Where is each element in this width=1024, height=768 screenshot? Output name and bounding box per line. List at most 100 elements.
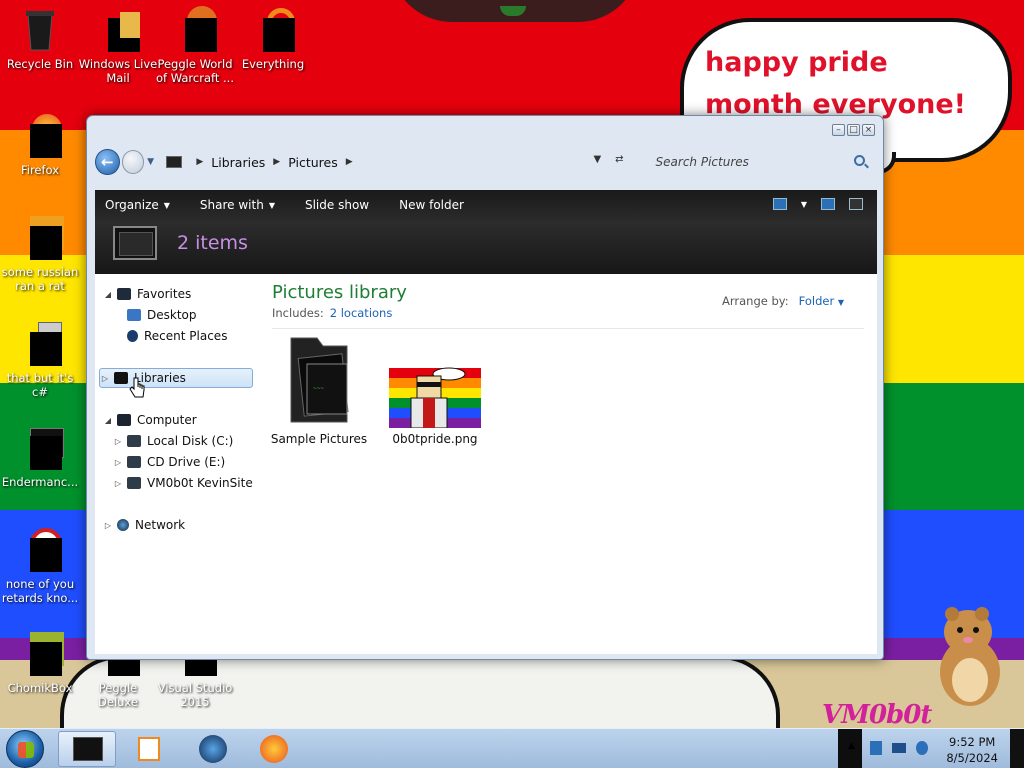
items-count: 2 items [177, 232, 248, 254]
content-area: ◢ Favorites Desktop Recent Places ▷ Libr… [95, 274, 877, 654]
app-icon [16, 214, 64, 262]
globe-icon [199, 735, 227, 763]
file-item-0b0tpride[interactable]: 0b0tpride.png [380, 334, 490, 446]
desktop-icon-russian-rat[interactable]: some russian ran a rat [0, 214, 80, 293]
desktop-icon-endermanch[interactable]: Endermanc... [0, 424, 80, 489]
expand-arrow-icon[interactable]: ▷ [113, 437, 123, 446]
firefox-icon [16, 112, 64, 160]
svg-text:~~~: ~~~ [313, 385, 324, 392]
arrange-by-dropdown[interactable]: Folder ▼ [799, 294, 844, 308]
recycle-bin-icon [16, 6, 64, 54]
expand-arrow-icon[interactable]: ▷ [113, 479, 123, 488]
taskbar-firefox-button[interactable] [246, 731, 304, 767]
watermark-text: VM0b0t [822, 700, 932, 730]
slide-show-button[interactable]: Slide show [305, 198, 369, 212]
organize-button[interactable]: Organize ▼ [105, 198, 170, 212]
network-status-icon[interactable] [892, 743, 906, 753]
breadcrumb-separator-icon[interactable]: ▶ [346, 157, 353, 167]
share-with-button[interactable]: Share with ▼ [200, 198, 275, 212]
nav-item-cd-drive[interactable]: ▷ CD Drive (E:) [113, 452, 273, 472]
main-pane: Pictures library Includes: 2 locations Ar… [271, 274, 872, 654]
recent-pages-dropdown[interactable]: ▼ [147, 157, 158, 167]
command-bar: Organize ▼ Share with ▼ Slide show New fol… [95, 190, 877, 220]
expand-arrow-icon[interactable]: ▷ [113, 458, 123, 467]
mail-icon [94, 6, 142, 54]
expand-arrow-icon[interactable]: ◢ [103, 416, 113, 425]
forward-button[interactable] [121, 150, 145, 174]
show-desktop-button[interactable] [1010, 729, 1024, 768]
search-input[interactable]: Search Pictures [634, 150, 875, 174]
clock[interactable]: 9:52 PM 8/5/2024 [946, 734, 998, 766]
explorer-window: – □ × ← ▼ ▶ Libraries ▶ Pictures ▶ ▼ ⇄ S… [86, 115, 884, 660]
desktop-icon-csharp[interactable]: that but it's c# [0, 320, 80, 399]
nav-item-kevinsite[interactable]: ▷ VM0b0t KevinSite [113, 473, 273, 493]
image-thumbnail [389, 367, 481, 428]
library-includes: Includes: 2 locations [272, 306, 393, 320]
minimize-button[interactable]: – [832, 124, 845, 136]
taskbar-explorer-button[interactable] [58, 731, 116, 767]
expand-arrow-icon[interactable]: ▷ [103, 521, 113, 530]
breadcrumb-separator-icon: ▶ [196, 157, 204, 167]
nav-item-recent-places[interactable]: Recent Places [113, 326, 273, 346]
expand-arrow-icon[interactable]: ▷ [100, 374, 110, 383]
desktop-icon-recycle-bin[interactable]: Recycle Bin [0, 6, 80, 71]
chevron-down-icon: ▼ [837, 298, 844, 307]
nav-item-computer[interactable]: ◢ Computer [103, 410, 263, 430]
taskbar-media-player-button[interactable] [120, 731, 178, 767]
search-icon[interactable] [853, 155, 865, 166]
libraries-icon [114, 372, 128, 384]
media-player-icon [138, 737, 160, 761]
cd-drive-icon [127, 456, 141, 468]
nav-item-favorites[interactable]: ◢ Favorites [103, 284, 263, 304]
volume-icon[interactable] [916, 741, 928, 755]
change-view-icon[interactable] [772, 198, 787, 210]
nav-item-desktop[interactable]: Desktop [113, 305, 273, 325]
preview-pane-icon[interactable] [821, 198, 835, 210]
desktop-icon-firefox[interactable]: Firefox [0, 112, 80, 177]
address-bar[interactable]: ▶ Libraries ▶ Pictures ▶ ▼ ⇄ [166, 150, 631, 174]
breadcrumb-separator-icon[interactable]: ▶ [273, 157, 280, 167]
network-icon [117, 519, 129, 531]
library-large-icon [113, 226, 157, 260]
expand-arrow-icon[interactable]: ◢ [103, 290, 113, 299]
action-center-icon[interactable] [870, 741, 882, 755]
desktop-icon-chomikbox[interactable]: ChomikBox [0, 630, 80, 695]
title-bar[interactable]: – □ × [87, 116, 883, 142]
nav-item-libraries[interactable]: ▷ Libraries [99, 368, 253, 388]
taskbar-ie-button[interactable] [184, 731, 242, 767]
breadcrumb-libraries[interactable]: Libraries [211, 155, 265, 170]
explorer-icon [73, 737, 103, 761]
maximize-button[interactable]: □ [847, 124, 860, 136]
close-button[interactable]: × [862, 124, 875, 136]
refresh-icon[interactable]: ⇄ [615, 154, 623, 165]
start-button[interactable] [6, 730, 44, 768]
folder-icon: ~~~ [290, 337, 349, 423]
everything-icon [249, 6, 297, 54]
command-bar-panel: Organize ▼ Share with ▼ Slide show New fol… [95, 190, 877, 274]
nav-item-network[interactable]: ▷ Network [103, 515, 263, 535]
clock-date: 8/5/2024 [946, 751, 998, 765]
search-placeholder: Search Pictures [655, 155, 749, 169]
clock-time: 9:52 PM [949, 735, 996, 749]
favorites-icon [117, 288, 131, 300]
new-folder-button[interactable]: New folder [399, 198, 464, 212]
back-button[interactable]: ← [95, 149, 120, 175]
desktop-icon-none-of-you[interactable]: none of you retards kno... [0, 526, 80, 605]
nav-item-local-disk[interactable]: ▷ Local Disk (C:) [113, 431, 273, 451]
network-drive-icon [127, 477, 141, 489]
hand-cursor-icon [129, 377, 145, 398]
desktop-icon-everything[interactable]: Everything [233, 6, 313, 71]
help-icon[interactable] [849, 198, 863, 210]
arrange-by: Arrange by: Folder ▼ [722, 294, 844, 308]
show-hidden-icons-icon[interactable]: ▲ [848, 741, 855, 751]
chevron-down-icon: ▼ [268, 200, 275, 210]
address-dropdown-icon[interactable]: ▼ [593, 154, 601, 165]
chevron-down-icon: ▼ [163, 200, 170, 210]
navigation-pane: ◢ Favorites Desktop Recent Places ▷ Libr… [95, 274, 263, 654]
desktop-icon-windows-live-mail[interactable]: Windows Live Mail [78, 6, 158, 85]
file-item-sample-pictures[interactable]: ~~~ Sample Pictures [264, 334, 374, 446]
view-options-dropdown-icon[interactable]: ▼ [801, 200, 807, 209]
locations-link[interactable]: 2 locations [330, 306, 393, 320]
desktop-icon-peggle-wow[interactable]: Peggle World of Warcraft ... [155, 6, 235, 85]
breadcrumb-pictures[interactable]: Pictures [288, 155, 338, 170]
